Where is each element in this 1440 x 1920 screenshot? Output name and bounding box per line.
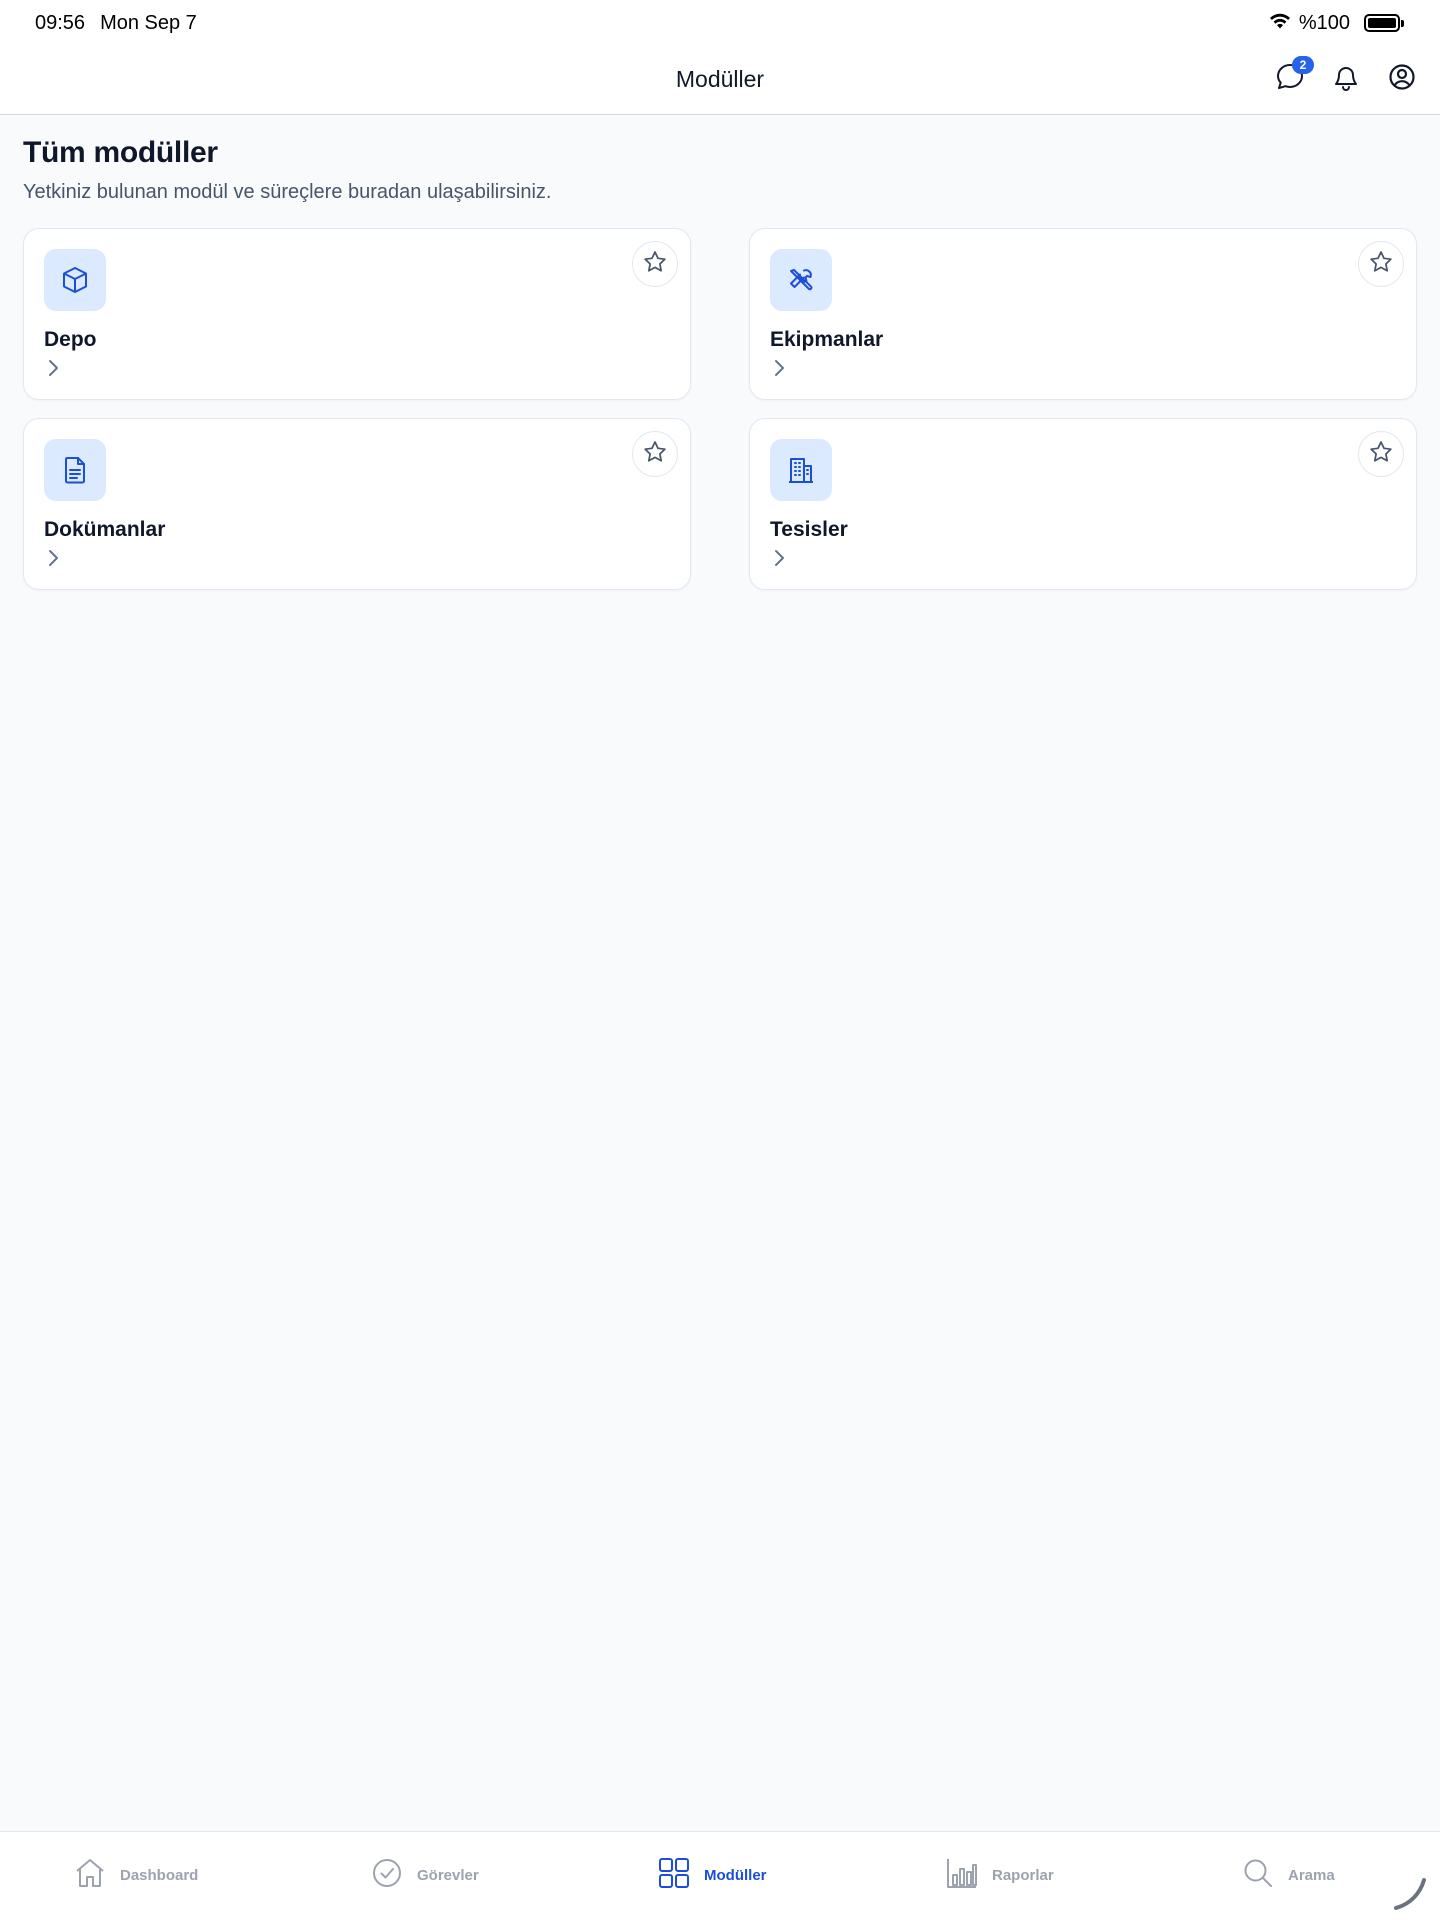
module-title: Tesisler — [770, 518, 848, 541]
tab-bar: Dashboard Görevler Modüller Raporlar Ara… — [0, 1831, 1440, 1920]
tab-label: Dashboard — [120, 1866, 199, 1884]
home-icon — [72, 1855, 108, 1895]
page-title: Tüm modüller — [23, 136, 218, 169]
tab-dashboard[interactable]: Dashboard — [72, 1832, 198, 1918]
favorite-button[interactable] — [632, 431, 678, 477]
status-date: Mon Sep 7 — [100, 11, 197, 34]
tools-icon — [770, 249, 832, 311]
nav-title: Modüller — [675, 66, 765, 92]
favorite-button[interactable] — [632, 241, 678, 287]
tab-raporlar[interactable]: Raporlar — [944, 1832, 1054, 1918]
module-title: Dokümanlar — [44, 518, 166, 541]
module-card-ekipmanlar[interactable]: Ekipmanlar — [749, 228, 1417, 400]
tab-moduller[interactable]: Modüller — [656, 1832, 767, 1918]
tab-arama[interactable]: Arama — [1240, 1832, 1335, 1918]
profile-button[interactable] — [1384, 62, 1420, 98]
chevron-right-icon — [772, 357, 790, 379]
chevron-right-icon — [46, 357, 64, 379]
star-icon — [642, 249, 668, 280]
module-title: Ekipmanlar — [770, 328, 884, 351]
tab-label: Arama — [1288, 1866, 1335, 1884]
document-icon — [44, 439, 106, 501]
favorite-button[interactable] — [1358, 431, 1404, 477]
home-indicator — [1390, 1876, 1430, 1912]
navigation-bar: Modüller 2 — [0, 46, 1440, 115]
module-card-dokumanlar[interactable]: Dokümanlar — [23, 418, 691, 590]
chevron-right-icon — [772, 547, 790, 569]
tab-gorevler[interactable]: Görevler — [369, 1832, 479, 1918]
bar-chart-icon — [944, 1855, 980, 1895]
user-circle-icon — [1386, 61, 1418, 98]
star-icon — [1368, 249, 1394, 280]
status-time: 09:56 — [35, 11, 86, 34]
battery-icon — [1364, 14, 1404, 32]
chevron-right-icon — [46, 547, 64, 569]
module-card-tesisler[interactable]: Tesisler — [749, 418, 1417, 590]
module-title: Depo — [44, 328, 97, 351]
modules-grid: Depo Ekipmanlar Dokümanlar Tesisler — [23, 228, 1417, 590]
search-icon — [1240, 1855, 1276, 1895]
battery-percent: %100 — [1298, 11, 1350, 34]
star-icon — [642, 439, 668, 470]
star-icon — [1368, 439, 1394, 470]
grid-icon — [656, 1855, 692, 1895]
messages-button[interactable]: 2 — [1272, 55, 1314, 98]
module-card-depo[interactable]: Depo — [23, 228, 691, 400]
bell-icon — [1330, 61, 1362, 98]
tab-label: Raporlar — [992, 1866, 1054, 1884]
status-bar: 09:56 Mon Sep 7 %100 — [0, 0, 1440, 46]
tab-label: Modüller — [704, 1866, 767, 1884]
favorite-button[interactable] — [1358, 241, 1404, 287]
check-circle-icon — [369, 1855, 405, 1895]
page-subtitle: Yetkiniz bulunan modül ve süreçlere bura… — [23, 181, 552, 203]
tab-label: Görevler — [417, 1866, 479, 1884]
notifications-button[interactable] — [1328, 62, 1364, 98]
messages-badge: 2 — [1292, 55, 1314, 74]
box-icon — [44, 249, 106, 311]
wifi-icon — [1269, 12, 1291, 35]
building-icon — [770, 439, 832, 501]
